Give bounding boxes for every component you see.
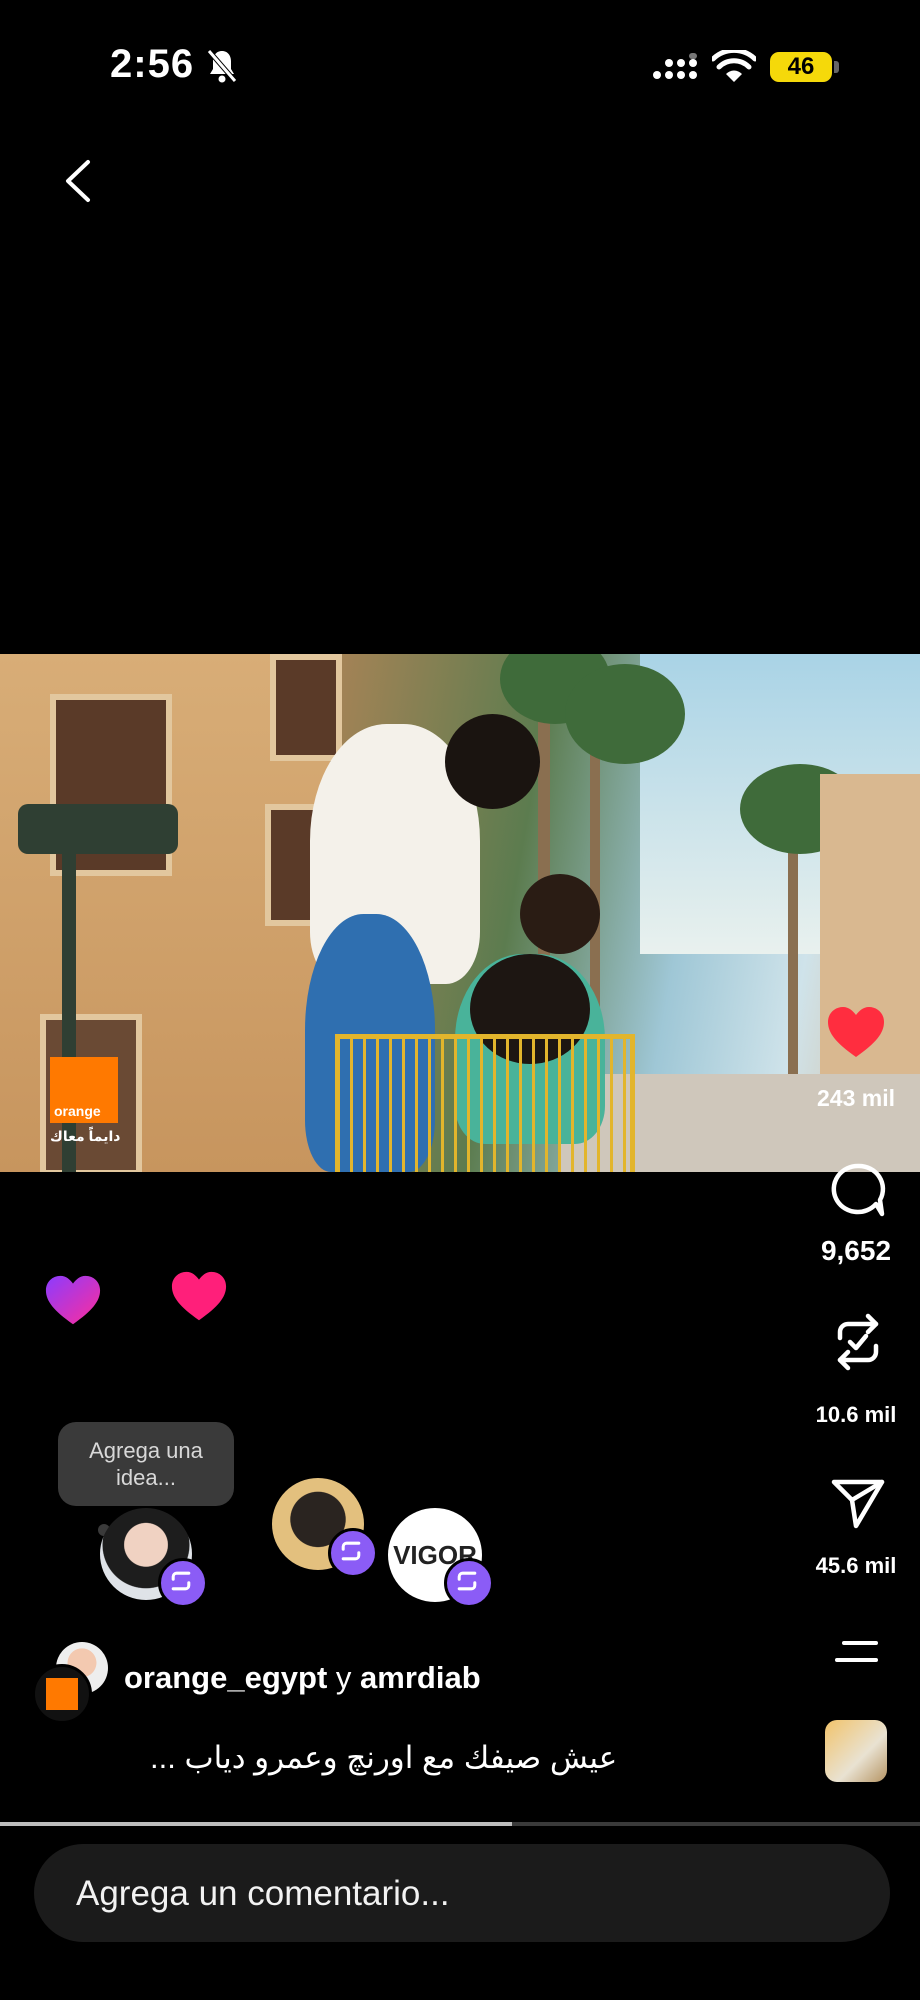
repost-icon[interactable]: [830, 1312, 886, 1372]
comment-placeholder: Agrega un comentario...: [76, 1874, 450, 1913]
send-icon[interactable]: [830, 1476, 886, 1530]
post-caption[interactable]: عيش صيفك مع اورنچ وعمرو دياب ...: [150, 1740, 617, 1776]
repost-icon: [171, 1571, 191, 1591]
floating-heart-icon: [45, 1275, 101, 1325]
orange-egypt-avatar[interactable]: [32, 1664, 92, 1724]
video-progress-fill: [0, 1822, 513, 1826]
heart-icon[interactable]: [826, 1005, 886, 1061]
video-player[interactable]: [0, 654, 920, 1172]
chevron-left-icon[interactable]: [62, 158, 94, 204]
brand-tagline: دايماً معاك: [50, 1128, 121, 1144]
signal-icon: [653, 53, 697, 79]
floating-heart-icon: [171, 1271, 227, 1321]
comments-count[interactable]: 9,652: [796, 1235, 916, 1267]
bell-slash-icon: [207, 49, 237, 83]
likes-count[interactable]: 243 mil: [796, 1085, 916, 1112]
post-authors: orange_egypt y amrdiab: [124, 1660, 481, 1696]
wifi-icon: [712, 50, 756, 82]
add-idea-bubble[interactable]: Agrega una idea...: [58, 1422, 234, 1506]
battery-tip: [834, 61, 839, 73]
reposts-count[interactable]: 10.6 mil: [796, 1402, 916, 1428]
status-time: 2:56: [110, 42, 195, 86]
username-amrdiab[interactable]: amrdiab: [360, 1660, 481, 1695]
comment-icon[interactable]: [830, 1162, 886, 1218]
orange-logo: orange: [50, 1057, 118, 1123]
username-orange-egypt[interactable]: orange_egypt: [124, 1660, 327, 1695]
repost-icon: [457, 1571, 477, 1591]
battery-icon: 46: [770, 52, 832, 82]
menu-icon[interactable]: [834, 1638, 880, 1666]
comment-input[interactable]: Agrega un comentario...: [34, 1844, 890, 1942]
author-joiner: y: [335, 1660, 352, 1695]
shares-count[interactable]: 45.6 mil: [796, 1553, 916, 1579]
repost-icon: [341, 1541, 361, 1561]
audio-thumbnail[interactable]: [825, 1720, 887, 1782]
